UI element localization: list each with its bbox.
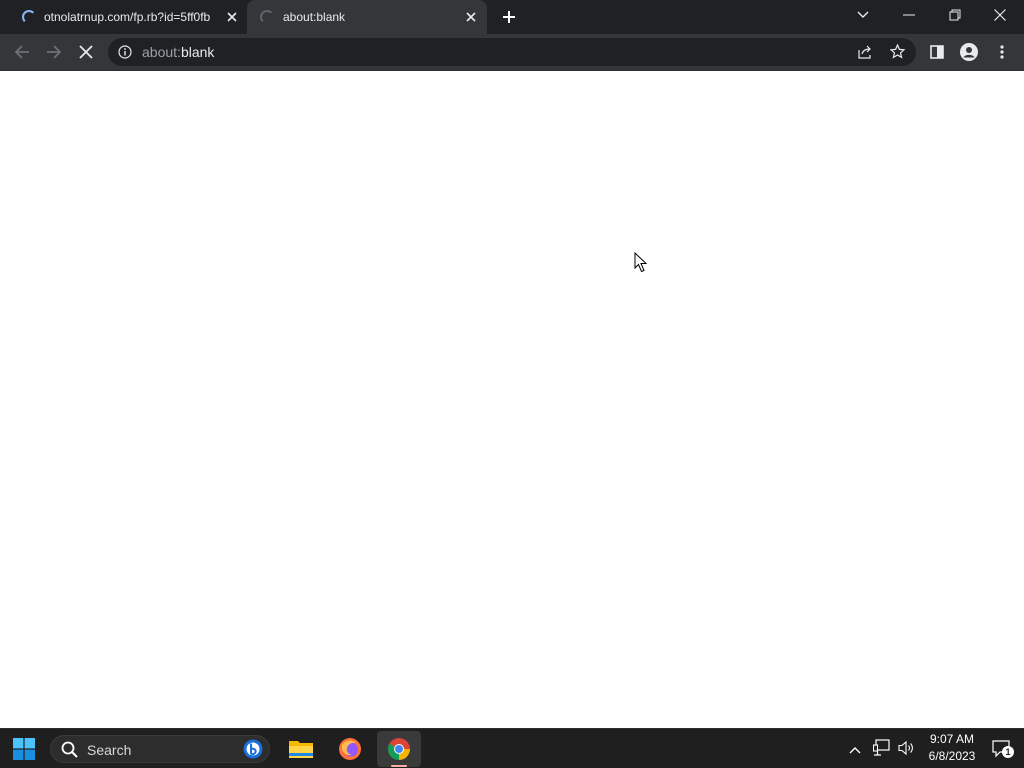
profile-button[interactable] — [955, 38, 983, 66]
close-tab-icon[interactable] — [463, 9, 479, 25]
kebab-menu-icon — [1000, 45, 1004, 59]
chrome-button[interactable] — [377, 731, 421, 767]
restore-button[interactable] — [941, 1, 969, 29]
tab-strip: otnolatrnup.com/fp.rb?id=5ff0fb about:bl… — [0, 0, 1024, 34]
restore-icon — [949, 9, 961, 21]
clock-time: 9:07 AM — [929, 732, 975, 746]
star-icon[interactable] — [889, 43, 906, 64]
chevron-up-icon — [849, 747, 861, 754]
close-tab-icon[interactable] — [224, 9, 240, 25]
menu-button[interactable] — [988, 38, 1016, 66]
volume-button[interactable] — [898, 740, 914, 761]
network-button[interactable] — [872, 739, 891, 762]
side-panel-icon — [930, 45, 944, 59]
clock-date: 6/8/2023 — [928, 749, 976, 763]
url-host: blank — [180, 44, 215, 60]
minimize-button[interactable] — [895, 1, 923, 29]
url-text[interactable]: about:blank — [142, 44, 214, 60]
back-button[interactable] — [8, 38, 36, 66]
taskbar: Search 9:07 AM 6/8/2023 1 — [0, 728, 1024, 768]
notification-count-badge: 1 — [1002, 746, 1014, 758]
page-content[interactable] — [0, 70, 1024, 728]
minimize-icon — [903, 14, 915, 16]
profile-icon — [960, 43, 978, 61]
tab-search-button[interactable] — [849, 1, 877, 29]
new-tab-button[interactable] — [495, 3, 523, 31]
tab-title: about:blank — [283, 10, 346, 24]
tab-title: otnolatrnup.com/fp.rb?id=5ff0fb — [44, 10, 211, 24]
firefox-button[interactable] — [328, 731, 372, 767]
chrome-icon — [388, 738, 410, 760]
volume-icon — [898, 740, 913, 756]
file-explorer-button[interactable] — [279, 731, 323, 767]
close-window-button[interactable] — [986, 1, 1014, 29]
info-icon[interactable] — [118, 45, 132, 64]
address-bar[interactable]: about:blank — [108, 38, 916, 66]
taskbar-search-box[interactable]: Search — [50, 735, 270, 763]
loading-spinner-icon — [22, 10, 36, 24]
firefox-icon — [339, 738, 361, 760]
forward-button[interactable] — [40, 38, 68, 66]
show-hidden-icons-button[interactable] — [849, 741, 861, 759]
stop-button[interactable] — [72, 38, 100, 66]
forward-icon — [47, 45, 62, 59]
system-clock[interactable]: 9:07 AM 6/8/2023 — [922, 731, 982, 765]
close-icon — [994, 9, 1006, 21]
bing-icon[interactable] — [243, 739, 263, 759]
windows-start-icon — [13, 738, 35, 760]
start-button[interactable] — [2, 731, 46, 767]
chevron-down-icon — [857, 11, 869, 18]
search-icon — [61, 741, 78, 758]
tab-about-blank[interactable]: about:blank — [247, 0, 487, 34]
url-scheme: about: — [142, 44, 181, 60]
file-explorer-icon — [289, 741, 313, 758]
loading-spinner-icon — [260, 10, 274, 24]
mouse-cursor-icon — [634, 252, 648, 273]
plus-icon — [503, 11, 515, 23]
active-app-indicator — [391, 765, 407, 767]
stop-icon — [79, 45, 93, 59]
search-label: Search — [87, 742, 132, 758]
side-panel-button[interactable] — [923, 38, 951, 66]
network-icon — [872, 739, 890, 756]
notification-center-button[interactable]: 1 — [992, 740, 1014, 763]
share-icon[interactable] — [858, 45, 873, 64]
back-icon — [14, 45, 29, 59]
tab-otnolatrnup[interactable]: otnolatrnup.com/fp.rb?id=5ff0fb — [0, 0, 246, 34]
